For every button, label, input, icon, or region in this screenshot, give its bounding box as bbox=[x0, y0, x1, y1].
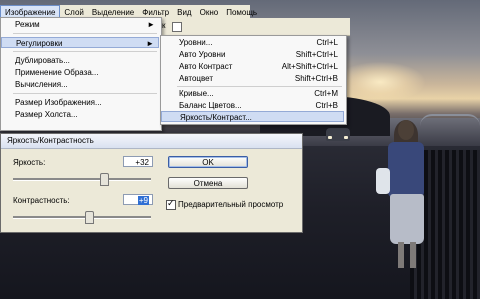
menu-item-label: Баланс Цветов... bbox=[179, 101, 242, 110]
car-headlight bbox=[328, 136, 332, 139]
menu-item-duplicate[interactable]: Дублировать... bbox=[1, 55, 159, 66]
menu-view[interactable]: Вид bbox=[173, 5, 195, 18]
brightness-slider-thumb[interactable] bbox=[100, 173, 110, 186]
ok-button[interactable]: OK bbox=[168, 156, 248, 168]
menu-item-levels[interactable]: Уровни... Ctrl+L bbox=[161, 37, 344, 48]
contrast-value-field[interactable]: +9 bbox=[123, 194, 153, 205]
car-headlight bbox=[344, 136, 348, 139]
menu-separator bbox=[177, 86, 342, 87]
submenu-arrow-icon: ► bbox=[146, 39, 154, 48]
dialog-title: Яркость/Контрастность bbox=[1, 134, 302, 149]
toolbar-text-fragment: к bbox=[162, 21, 166, 30]
options-toolbar: к bbox=[160, 18, 350, 36]
contrast-slider-track[interactable] bbox=[13, 216, 151, 219]
menu-item-auto-contrast[interactable]: Авто Контраст Alt+Shift+Ctrl+L bbox=[161, 61, 344, 72]
adjustments-submenu: Уровни... Ctrl+L Авто Уровни Shift+Ctrl+… bbox=[160, 35, 347, 125]
menu-item-label: Уровни... bbox=[179, 38, 213, 47]
menu-item-calculations[interactable]: Вычисления... bbox=[1, 79, 159, 90]
menu-item-curves[interactable]: Кривые... Ctrl+M bbox=[161, 88, 344, 99]
menu-shortcut: Ctrl+L bbox=[316, 38, 338, 47]
brightness-label: Яркость: bbox=[13, 158, 46, 167]
menu-item-auto-color[interactable]: Автоцвет Shift+Ctrl+B bbox=[161, 73, 344, 84]
menu-item-auto-levels[interactable]: Авто Уровни Shift+Ctrl+L bbox=[161, 49, 344, 60]
skirt bbox=[390, 194, 424, 244]
toolbar-checkbox[interactable] bbox=[172, 22, 182, 32]
menu-item-canvas-size[interactable]: Размер Холста... bbox=[1, 109, 159, 120]
contrast-value: +9 bbox=[137, 196, 149, 205]
bag bbox=[376, 168, 390, 194]
menu-shortcut: Alt+Shift+Ctrl+L bbox=[281, 62, 338, 71]
image-menu: Режим ► Регулировки ► Дублировать... При… bbox=[0, 17, 162, 131]
menu-shortcut: Ctrl+B bbox=[315, 101, 338, 110]
leg bbox=[410, 242, 416, 268]
menu-item-label: Авто Уровни bbox=[179, 50, 226, 59]
jacket bbox=[388, 142, 424, 198]
menu-item-label: Регулировки bbox=[16, 39, 63, 48]
menu-item-label: Автоцвет bbox=[179, 74, 214, 83]
menu-item-brightness-contrast[interactable]: Яркость/Контраст... bbox=[161, 111, 344, 122]
preview-checkbox[interactable] bbox=[166, 198, 176, 210]
head bbox=[398, 120, 414, 140]
menu-item-apply-image[interactable]: Применение Образа... bbox=[1, 67, 159, 78]
contrast-label: Контрастность: bbox=[13, 196, 70, 205]
car bbox=[326, 128, 350, 141]
submenu-arrow-icon: ► bbox=[147, 20, 155, 29]
menu-item-mode[interactable]: Режим ► bbox=[1, 19, 159, 30]
preview-label: Предварительный просмотр bbox=[178, 200, 284, 209]
menu-shortcut: Shift+Ctrl+L bbox=[295, 50, 338, 59]
menu-item-label: Кривые... bbox=[179, 89, 214, 98]
leg bbox=[398, 242, 404, 268]
menu-separator bbox=[13, 51, 157, 52]
menu-shortcut: Shift+Ctrl+B bbox=[294, 74, 338, 83]
menu-separator bbox=[13, 93, 157, 94]
menu-shortcut: Ctrl+M bbox=[314, 89, 338, 98]
menu-item-label: Яркость/Контраст... bbox=[180, 113, 252, 122]
menu-item-color-balance[interactable]: Баланс Цветов... Ctrl+B bbox=[161, 100, 344, 111]
menu-item-label: Авто Контраст bbox=[179, 62, 233, 71]
menu-separator bbox=[13, 33, 157, 34]
brightness-value-field[interactable]: +32 bbox=[123, 156, 153, 167]
menu-help[interactable]: Помощь bbox=[222, 5, 261, 18]
brightness-slider-track[interactable] bbox=[13, 178, 151, 181]
brightness-contrast-dialog: Яркость/Контрастность Яркость: +32 Контр… bbox=[0, 133, 303, 233]
sunset-glow bbox=[335, 62, 425, 102]
cancel-button[interactable]: Отмена bbox=[168, 177, 248, 189]
brightness-value: +32 bbox=[135, 158, 149, 167]
menu-window[interactable]: Окно bbox=[196, 5, 223, 18]
contrast-slider-thumb[interactable] bbox=[84, 211, 94, 224]
woman-figure bbox=[376, 120, 434, 270]
menu-item-label: Режим bbox=[15, 20, 40, 29]
menu-item-image-size[interactable]: Размер Изображения... bbox=[1, 97, 159, 108]
menu-item-adjustments[interactable]: Регулировки ► bbox=[1, 37, 159, 48]
